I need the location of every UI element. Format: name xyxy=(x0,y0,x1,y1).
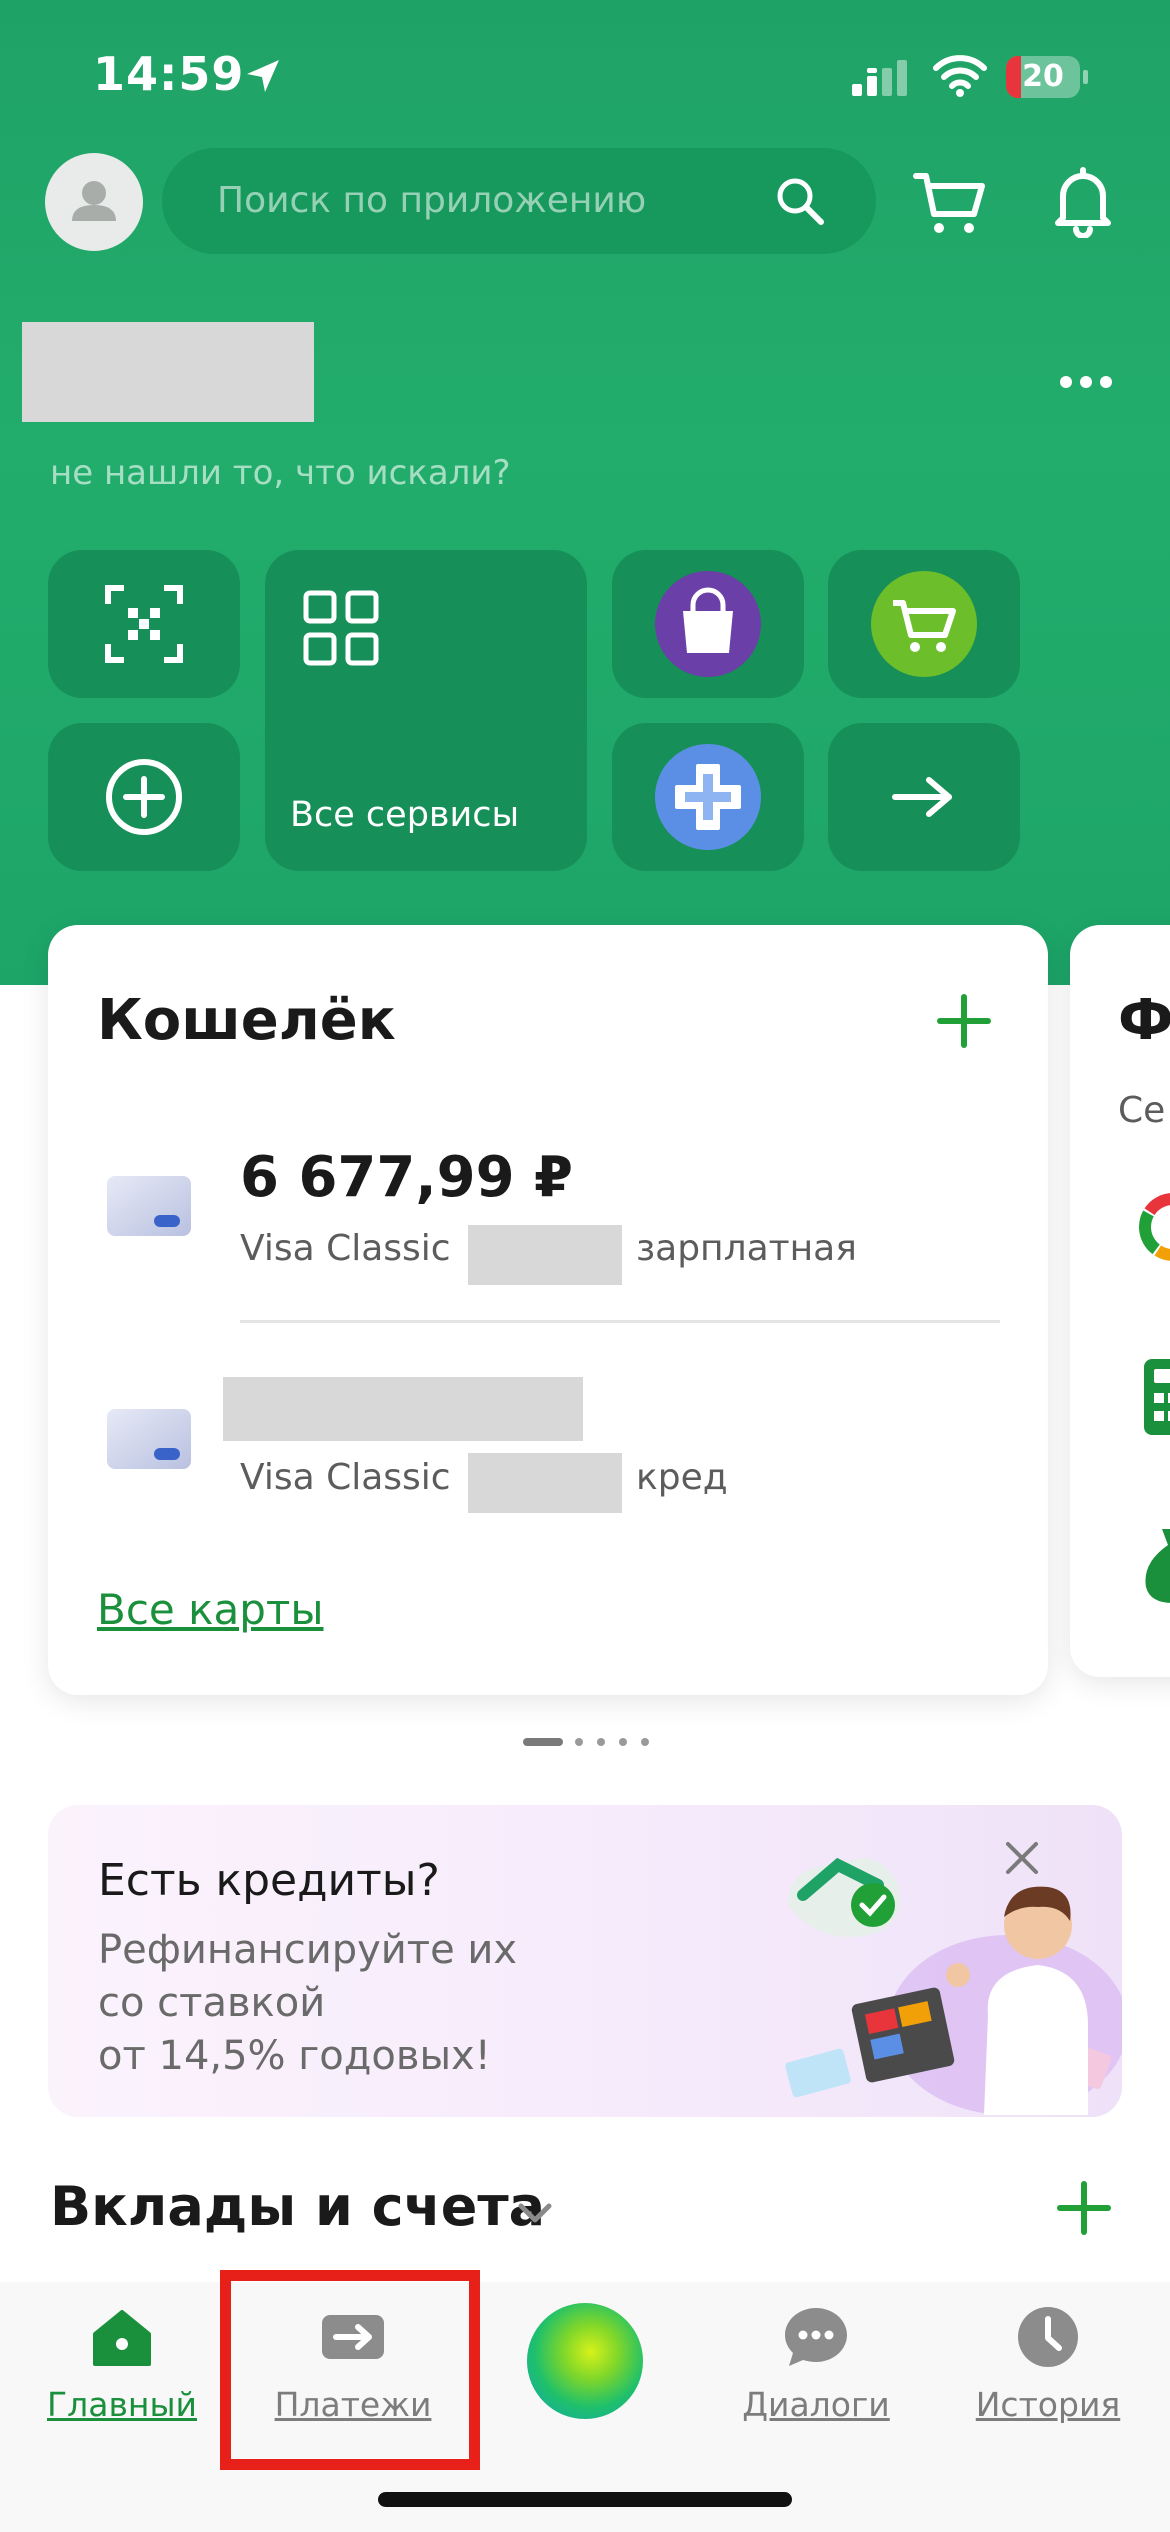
pager-active xyxy=(523,1738,563,1746)
medical-cross-icon xyxy=(655,744,761,850)
cart-icon[interactable] xyxy=(912,168,988,238)
profile-avatar[interactable] xyxy=(45,153,143,251)
wallet-card[interactable]: Кошелёк 6 677,99 ₽ Visa Classic зарплатн… xyxy=(48,925,1048,1695)
shop-cart-icon xyxy=(871,571,977,677)
search-input[interactable]: Поиск по приложению xyxy=(162,148,876,254)
promo-line: Рефинансируйте их xyxy=(98,1927,518,1973)
home-indicator[interactable] xyxy=(378,2492,792,2507)
nav-dialogs[interactable]: Диалоги xyxy=(706,2282,926,2462)
payments-highlight-frame xyxy=(220,2270,480,2470)
grid-icon xyxy=(303,590,379,666)
promo-line: от 14,5% годовых! xyxy=(98,2033,491,2079)
deposits-section-title[interactable]: Вклады и счета xyxy=(50,2175,545,2238)
promo-title: Есть кредиты? xyxy=(98,1855,440,1906)
card-number-redacted xyxy=(468,1453,622,1513)
add-card-icon[interactable] xyxy=(936,993,992,1049)
add-tile[interactable] xyxy=(48,723,240,871)
close-icon[interactable] xyxy=(1002,1838,1042,1878)
calculator-icon xyxy=(1144,1359,1170,1435)
qr-scan-icon xyxy=(105,585,183,663)
next-card-title: Ф xyxy=(1118,988,1170,1053)
pager-dot xyxy=(597,1738,605,1746)
history-icon xyxy=(1018,2307,1078,2367)
donut-chart-icon xyxy=(1139,1193,1170,1261)
credit-card-icon xyxy=(107,1176,191,1236)
status-time: 14:59 xyxy=(93,47,245,101)
health-tile[interactable] xyxy=(612,723,804,871)
more-icon[interactable] xyxy=(1058,372,1114,392)
location-arrow-icon xyxy=(247,60,279,92)
promo-illustration xyxy=(785,1857,1122,2115)
battery-level: 20 xyxy=(1022,59,1064,94)
qr-scan-tile[interactable] xyxy=(48,550,240,698)
nav-label: Диалоги xyxy=(742,2385,890,2424)
shopping-bag-tile[interactable] xyxy=(612,550,804,698)
pager-dot xyxy=(575,1738,583,1746)
credit-card-icon xyxy=(107,1409,191,1469)
user-name-redacted xyxy=(22,322,314,422)
search-placeholder: Поиск по приложению xyxy=(217,180,647,221)
search-hint: не нашли то, что искали? xyxy=(50,453,511,493)
home-icon xyxy=(93,2310,151,2366)
card-divider xyxy=(240,1320,1000,1323)
all-services-tile[interactable]: Все сервисы xyxy=(265,550,587,871)
next-carousel-card[interactable]: Ф Се xyxy=(1070,925,1170,1677)
card-number-redacted xyxy=(468,1225,622,1285)
pager-dot xyxy=(619,1738,627,1746)
add-deposit-icon[interactable] xyxy=(1056,2180,1112,2236)
pager-dot xyxy=(641,1738,649,1746)
next-card-subtitle: Се xyxy=(1118,1090,1166,1131)
wifi-icon xyxy=(933,55,987,97)
nav-home[interactable]: Главный xyxy=(12,2282,232,2462)
card-type: Visa Classic xyxy=(240,1457,451,1498)
shop-cart-tile[interactable] xyxy=(828,550,1020,698)
card-balance: 6 677,99 ₽ xyxy=(240,1145,574,1210)
more-services-tile[interactable] xyxy=(828,723,1020,871)
card-balance-redacted xyxy=(223,1377,583,1441)
dialogs-icon xyxy=(785,2308,847,2366)
refinance-promo-banner[interactable]: Есть кредиты? Рефинансируйте их со ставк… xyxy=(48,1805,1122,2117)
search-icon xyxy=(777,178,824,225)
user-icon xyxy=(72,181,116,221)
chevron-down-icon[interactable] xyxy=(515,2198,555,2228)
arrow-right-icon xyxy=(892,777,952,817)
cellular-signal-icon xyxy=(852,60,907,96)
nav-history[interactable]: История xyxy=(938,2282,1158,2462)
battery-indicator: 20 xyxy=(1006,56,1088,98)
promo-line: со ставкой xyxy=(98,1980,326,2026)
assistant-orb-button[interactable] xyxy=(527,2303,643,2419)
wallet-title: Кошелёк xyxy=(97,988,396,1053)
nav-label: Главный xyxy=(47,2385,197,2424)
all-services-label: Все сервисы xyxy=(290,795,520,835)
shopping-bag-icon xyxy=(655,571,761,677)
card-label: зарплатная xyxy=(636,1228,857,1269)
nav-label: История xyxy=(975,2385,1121,2424)
card-label: кред xyxy=(636,1457,728,1498)
bell-icon[interactable] xyxy=(1050,166,1116,238)
money-bag-icon xyxy=(1145,1529,1170,1603)
card-type: Visa Classic xyxy=(240,1228,451,1269)
all-cards-link[interactable]: Все карты xyxy=(97,1585,324,1634)
plus-circle-icon xyxy=(106,759,182,835)
